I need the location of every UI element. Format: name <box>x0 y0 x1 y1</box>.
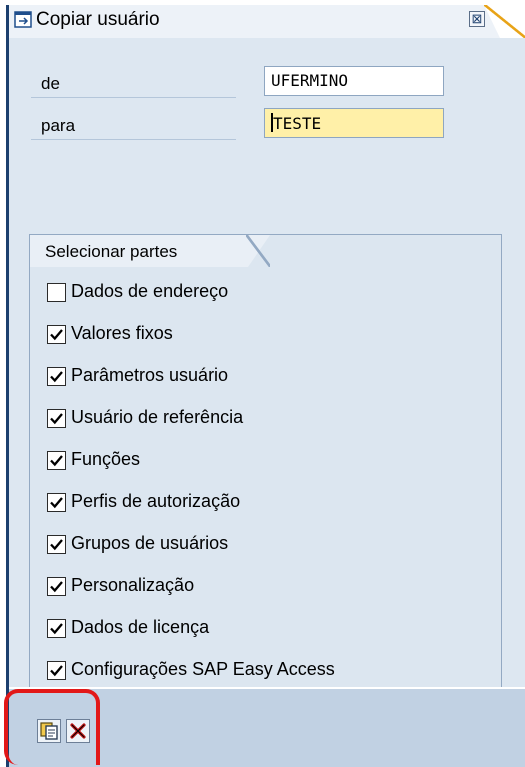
checkmark-icon <box>50 623 63 635</box>
field-label-para: para <box>41 116 76 135</box>
checkbox-label: Valores fixos <box>71 323 173 343</box>
title-bar: Copiar usuário ⊠ <box>0 0 525 38</box>
source-user-input[interactable]: UFERMINO <box>264 66 444 96</box>
checkbox-label: Grupos de usuários <box>71 533 229 553</box>
highlight-annotation <box>4 689 100 765</box>
checkbox-checked[interactable] <box>47 493 66 512</box>
checkbox-checked[interactable] <box>47 619 66 638</box>
close-button[interactable]: ⊠ <box>469 11 485 27</box>
group-tab-edge <box>246 235 270 267</box>
checkmark-icon <box>50 371 63 383</box>
target-user-value: TESTE <box>273 114 322 133</box>
field-label-de: de <box>41 74 60 93</box>
field-row-para: para TESTE <box>31 108 451 140</box>
checkmark-icon <box>50 539 63 551</box>
window-icon <box>14 11 32 29</box>
field-row-de: de UFERMINO <box>31 66 451 98</box>
dialog-body: de UFERMINO para TESTE Selecionar partes… <box>9 38 525 712</box>
checkmark-icon <box>50 413 63 425</box>
checkmark-icon <box>50 665 63 677</box>
checkbox-label: Dados de endereço <box>71 281 229 301</box>
checkmark-icon <box>50 497 63 509</box>
source-user-value: UFERMINO <box>271 71 349 90</box>
checkbox-label: Funções <box>71 449 141 469</box>
checkmark-icon <box>50 455 63 467</box>
dialog-title: Copiar usuário <box>36 9 160 30</box>
checkbox-checked[interactable] <box>47 535 66 554</box>
group-title: Selecionar partes <box>45 242 178 261</box>
field-underline <box>31 139 236 140</box>
checkbox-label: Usuário de referência <box>71 407 244 427</box>
checkbox-label: Configurações SAP Easy Access <box>71 659 335 679</box>
field-underline <box>31 97 236 98</box>
select-parts-group: Selecionar partes Dados de endereço Valo… <box>29 234 502 712</box>
checkbox-checked[interactable] <box>47 367 66 386</box>
checkbox-checked[interactable] <box>47 325 66 344</box>
target-user-input[interactable]: TESTE <box>264 108 444 138</box>
checkbox-checked[interactable] <box>47 409 66 428</box>
checkbox-checked[interactable] <box>47 451 66 470</box>
checkbox-label: Perfis de autorização <box>71 491 241 511</box>
checkbox-label: Personalização <box>71 575 195 595</box>
checkbox-label: Dados de licença <box>71 617 210 637</box>
checkbox-label: Parâmetros usuário <box>71 365 229 385</box>
checkbox-checked[interactable] <box>47 661 66 680</box>
checkmark-icon <box>50 329 63 341</box>
title-decoration <box>484 5 525 38</box>
checkmark-icon <box>50 581 63 593</box>
checkbox-unchecked[interactable] <box>47 283 66 302</box>
checkbox-checked[interactable] <box>47 577 66 596</box>
